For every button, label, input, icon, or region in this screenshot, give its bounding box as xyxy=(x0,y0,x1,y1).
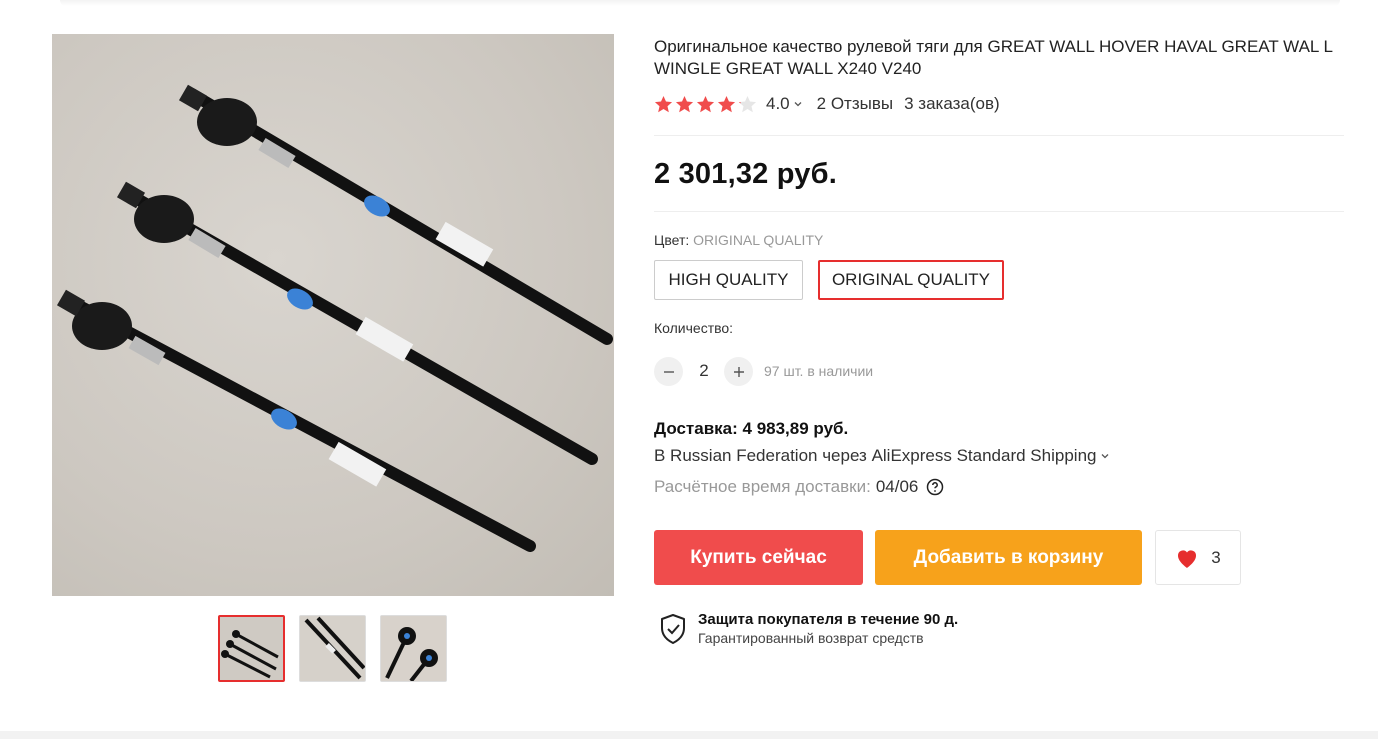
shield-check-icon xyxy=(661,614,685,644)
footer-divider xyxy=(0,731,1378,739)
tie-rod-3 xyxy=(56,289,536,552)
help-icon[interactable] xyxy=(926,478,944,496)
quantity-label: Количество: xyxy=(654,320,734,336)
buy-now-button[interactable]: Купить сейчас xyxy=(654,530,863,585)
delivery-estimate: Расчётное время доставки: 04/06 xyxy=(654,477,944,497)
color-option-original-quality[interactable]: ORIGINAL QUALITY xyxy=(818,260,1004,300)
add-to-cart-button[interactable]: Добавить в корзину xyxy=(875,530,1142,585)
reviews-link[interactable]: 2 Отзывы xyxy=(817,94,893,114)
quantity-decrease-button[interactable] xyxy=(654,357,683,386)
shipping-method[interactable]: В Russian Federation через AliExpress St… xyxy=(654,446,1110,466)
quantity-increase-button[interactable] xyxy=(724,357,753,386)
protection-subtitle: Гарантированный возврат средств xyxy=(698,630,924,646)
thumbnail-1[interactable] xyxy=(218,615,285,682)
orders-count: 3 заказа(ов) xyxy=(904,94,1000,113)
divider xyxy=(654,211,1344,212)
thumbnail-3[interactable] xyxy=(380,615,447,682)
protection-title: Защита покупателя в течение 90 д. xyxy=(698,611,959,628)
tie-rod-2 xyxy=(116,181,598,465)
color-selected-value: ORIGINAL QUALITY xyxy=(693,232,824,248)
thumbnail-2[interactable] xyxy=(299,615,366,682)
eta-label: Расчётное время доставки: xyxy=(654,477,871,496)
divider xyxy=(654,135,1344,136)
star-icon xyxy=(738,95,757,112)
product-title: Оригинальное качество рулевой тяги для G… xyxy=(654,37,1333,78)
shipping-price: Доставка: 4 983,89 руб. xyxy=(654,419,849,438)
chevron-down-icon xyxy=(1102,454,1109,459)
stock-available: 97 шт. в наличии xyxy=(764,363,874,379)
buyer-protection: Защита покупателя в течение 90 д. Гарант… xyxy=(658,610,958,648)
wishlist-count: 3 xyxy=(1211,547,1221,567)
thumbnail-strip xyxy=(218,615,447,682)
star-icon xyxy=(717,95,736,112)
eta-date: 04/06 xyxy=(875,477,919,496)
product-price: 2 301,32 руб. xyxy=(654,158,837,190)
color-label: Цвет: ORIGINAL QUALITY xyxy=(654,232,823,248)
rating-value[interactable]: 4.0 xyxy=(766,94,790,114)
header-shadow xyxy=(60,0,1340,6)
color-option-high-quality[interactable]: HIGH QUALITY xyxy=(654,260,803,300)
plus-icon xyxy=(733,366,744,377)
star-icon xyxy=(675,95,694,112)
star-icon xyxy=(654,95,673,112)
shipping-method-text: В Russian Federation через AliExpress St… xyxy=(654,446,1097,465)
color-label-text: Цвет: xyxy=(654,232,690,248)
star-icon xyxy=(696,95,715,112)
minus-icon xyxy=(663,370,674,373)
rating-row: 4.0 2 Отзывы 3 заказа(ов) xyxy=(654,93,1000,115)
heart-icon xyxy=(1178,549,1197,568)
tie-rod-1 xyxy=(178,84,613,345)
rating-stars xyxy=(654,95,757,114)
wishlist-button[interactable]: 3 xyxy=(1155,530,1241,585)
chevron-down-icon[interactable] xyxy=(793,99,803,109)
product-main-image[interactable] xyxy=(52,34,614,596)
quantity-value[interactable]: 2 xyxy=(694,361,714,381)
